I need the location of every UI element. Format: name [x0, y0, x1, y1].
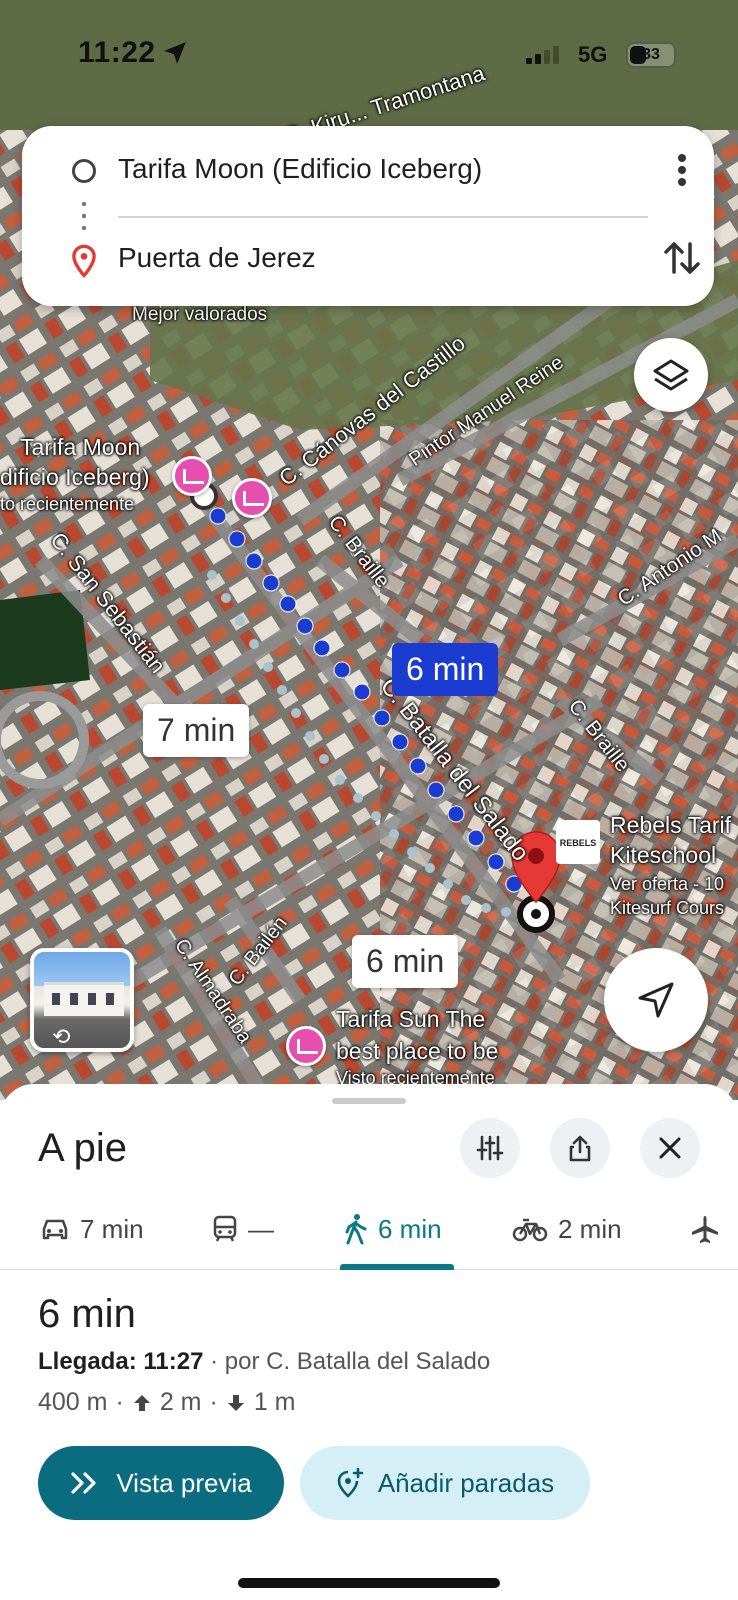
route-dots-icon [82, 198, 86, 234]
navigation-arrow-icon [638, 982, 674, 1018]
origin-circle-icon [72, 159, 96, 183]
preview-button-label: Vista previa [116, 1467, 252, 1498]
poi-label: Rebels Tarif [610, 812, 732, 838]
origin-field[interactable]: Tarifa Moon (Edificio Iceberg) [118, 153, 482, 185]
route-options-button[interactable] [460, 1118, 520, 1178]
layers-icon [653, 359, 689, 391]
add-stops-button[interactable]: Añadir paradas [300, 1446, 590, 1520]
add-location-icon [337, 1467, 364, 1498]
location-arrow-icon [164, 42, 186, 64]
add-stops-button-label: Añadir paradas [377, 1467, 555, 1498]
tab-label: 6 min [378, 1213, 442, 1244]
route-time-bubble[interactable]: 6 min [352, 935, 459, 988]
divider [118, 216, 648, 218]
plane-icon [692, 1216, 718, 1243]
swap-icon[interactable] [658, 234, 706, 282]
rotate-360-icon: ⟲ [52, 1024, 71, 1049]
walk-icon [345, 1214, 367, 1245]
sheet-drag-handle[interactable] [332, 1098, 406, 1104]
route-duration: 6 min [38, 1292, 136, 1336]
poi-label: best place to be [336, 1038, 499, 1064]
preview-button[interactable]: Vista previa [38, 1446, 284, 1520]
route-via: · por C. Batalla del Salado [203, 1348, 491, 1375]
map-view[interactable]: 11:22 5G 33 C. Kiru... Tramontana C. Cán… [0, 0, 738, 1100]
sliders-icon [476, 1135, 504, 1161]
route-ascent: 2 m [159, 1388, 202, 1416]
poi-label: Kitesurf Cours [610, 898, 725, 918]
share-icon [569, 1135, 591, 1162]
travel-mode-tabs: 7 min — 6 min 2 min [0, 1188, 738, 1270]
poi-label: Tarifa Sun The [336, 1006, 486, 1032]
route-distance: 400 m [38, 1388, 108, 1416]
network-type: 5G [578, 42, 608, 67]
close-icon [659, 1137, 681, 1159]
tab-driving[interactable]: 7 min [40, 1206, 144, 1252]
arrival-info: Llegada: 11:27 · por C. Batalla del Sala… [38, 1348, 490, 1376]
tab-walking[interactable]: 6 min [344, 1206, 442, 1252]
route-descent: 1 m [253, 1388, 296, 1416]
destination-field[interactable]: Puerta de Jerez [118, 242, 316, 274]
hotel-pin-icon[interactable] [172, 456, 212, 496]
ascent-arrow-icon [133, 1394, 150, 1411]
active-tab-indicator [340, 1264, 454, 1270]
street-view-thumbnail[interactable]: ⟲ [30, 948, 134, 1052]
battery-level: 33 [642, 46, 660, 63]
arrival-time: Llegada: 11:27 [38, 1348, 204, 1375]
directions-sheet: A pie 7 min — 6 min 2 min 6 min Llegada:… [0, 1084, 738, 1600]
signal-icon [526, 46, 559, 64]
tab-flights[interactable] [690, 1206, 730, 1252]
double-chevron-icon [71, 1472, 96, 1494]
directions-card: Tarifa Moon (Edificio Iceberg) Puerta de… [22, 126, 714, 306]
layers-button[interactable] [634, 338, 708, 412]
more-options-icon[interactable] [662, 150, 702, 190]
poi-label: Kiteschool [610, 842, 717, 868]
close-button[interactable] [640, 1118, 700, 1178]
travel-mode-title: A pie [38, 1126, 127, 1170]
car-icon [42, 1219, 68, 1240]
route-stats: 400 m · 2 m · 1 m [38, 1388, 296, 1416]
descent-arrow-icon [227, 1394, 244, 1411]
rebels-logo-icon[interactable]: REBELS [556, 820, 600, 864]
tab-cycling[interactable]: 2 min [512, 1206, 622, 1252]
poi-label: dificio Iceberg) [0, 464, 150, 490]
destination-pin-icon [72, 244, 96, 279]
hotel-pin-icon[interactable] [286, 1026, 326, 1066]
tab-label: — [248, 1213, 274, 1244]
battery-icon: 33 [626, 42, 676, 68]
route-time-bubble[interactable]: 7 min [143, 704, 250, 757]
poi-label: Ver oferta - 10 [610, 874, 725, 894]
home-indicator[interactable] [238, 1578, 500, 1588]
status-bar: 11:22 5G 33 [0, 0, 738, 110]
poi-label: to recientemente [0, 494, 135, 514]
hotel-pin-icon[interactable] [232, 478, 272, 518]
tab-label: 2 min [558, 1213, 622, 1244]
route-time-bubble-selected[interactable]: 6 min [392, 643, 499, 696]
share-button[interactable] [550, 1118, 610, 1178]
train-icon [213, 1215, 237, 1242]
poi-label: Tarifa Moon [20, 434, 141, 460]
status-time: 11:22 [78, 36, 156, 69]
tab-label: 7 min [80, 1213, 144, 1244]
bike-icon [512, 1218, 548, 1242]
poi-label: Mejor valorados [132, 304, 268, 325]
tab-transit[interactable]: — [212, 1206, 274, 1252]
my-location-button[interactable] [604, 948, 708, 1052]
